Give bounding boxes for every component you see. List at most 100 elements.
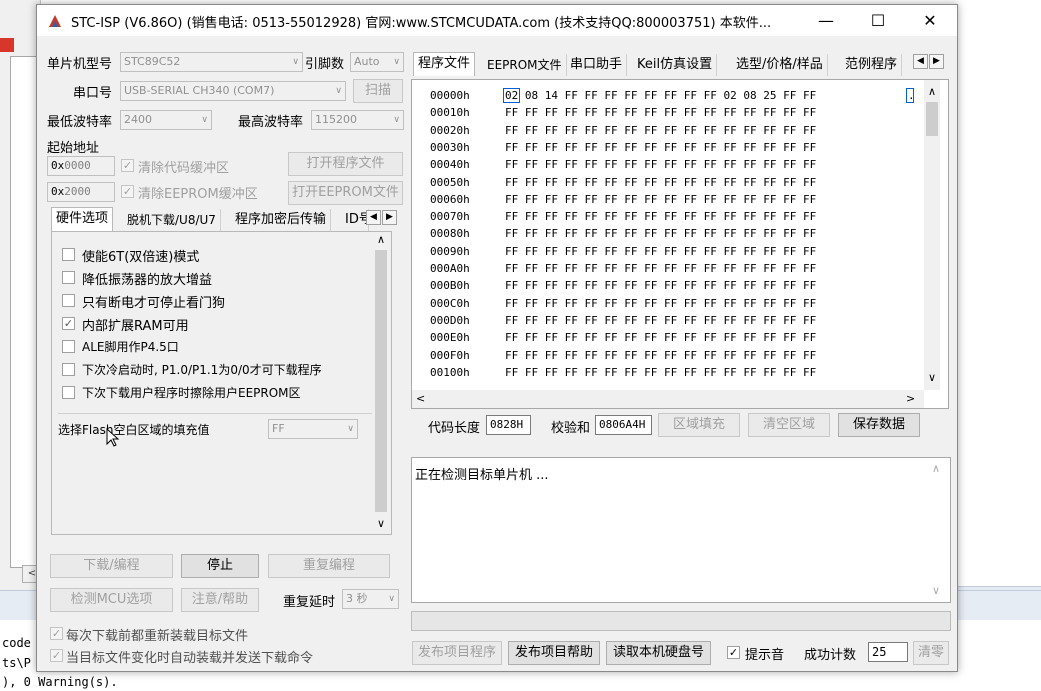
background-toolbar-icon xyxy=(0,38,14,52)
reprogram-button[interactable]: 重复编程 xyxy=(268,554,390,578)
tab-hardware-options[interactable]: 硬件选项 xyxy=(51,207,114,231)
scroll-left-icon[interactable]: < xyxy=(416,390,430,408)
min-baud-select[interactable]: 2400 ∨ xyxy=(120,110,212,130)
success-count-field: 25 xyxy=(868,642,908,662)
status-log[interactable]: 正在检测目标单片机 ... ∧ ∨ xyxy=(411,457,951,603)
detect-mcu-options-button[interactable]: 检测MCU选项 xyxy=(50,588,173,612)
scroll-up-icon[interactable]: ∧ xyxy=(924,84,940,100)
tab-selection-price[interactable]: 选型/价格/样品 xyxy=(732,54,828,76)
tab-program-file[interactable]: 程序文件 xyxy=(413,52,476,76)
scan-button[interactable]: 扫描 xyxy=(353,79,403,103)
clear-count-button[interactable]: 清零 xyxy=(913,641,949,665)
checksum-field: 0806A4H xyxy=(595,415,652,435)
tab-serial-assistant[interactable]: 串口助手 xyxy=(566,54,628,76)
hex-editor[interactable]: 00000h 02 08 14 FF FF FF FF FF FF FF FF 0… xyxy=(411,79,949,409)
publish-program-button[interactable]: 发布项目程序 xyxy=(412,641,502,665)
eeprom-start-address-value: 2000 xyxy=(64,185,91,198)
hex-row-bytes[interactable]: FF FF FF FF FF FF FF FF FF FF FF FF FF F… xyxy=(505,314,816,327)
port-select[interactable]: USB-SERIAL CH340 (COM7) ∨ xyxy=(120,81,346,101)
tab-scroll-left-icon[interactable]: ◀ xyxy=(913,54,928,69)
hex-row-bytes[interactable]: 02 08 14 FF FF FF FF FF FF FF FF 02 08 2… xyxy=(505,89,816,102)
tab-eeprom-file[interactable]: EEPROM文件 xyxy=(483,54,567,76)
clear-region-button[interactable]: 清空区域 xyxy=(748,413,830,437)
option-checkbox-watchdog[interactable] xyxy=(62,294,75,307)
option-checkbox-ale[interactable] xyxy=(62,340,75,353)
fill-region-button[interactable]: 区域填充 xyxy=(658,413,740,437)
tab-encrypted-transfer[interactable]: 程序加密后传输 xyxy=(231,209,332,231)
option-checkbox-6t[interactable] xyxy=(62,248,75,261)
scroll-right-icon[interactable]: > xyxy=(906,390,920,408)
scroll-down-icon[interactable]: ∨ xyxy=(924,370,940,386)
mcu-type-value: STC89C52 xyxy=(124,55,181,68)
hex-row-bytes[interactable]: FF FF FF FF FF FF FF FF FF FF FF FF FF F… xyxy=(505,141,816,154)
clear-eeprom-buffer-checkbox[interactable]: ✓ xyxy=(121,185,134,198)
min-baud-value: 2400 xyxy=(124,113,152,126)
tab-example-programs[interactable]: 范例程序 xyxy=(841,54,903,76)
hex-row-bytes[interactable]: FF FF FF FF FF FF FF FF FF FF FF FF FF F… xyxy=(505,245,816,258)
eeprom-start-address-input[interactable]: 0x2000 xyxy=(47,182,115,202)
hex-row-bytes[interactable]: FF FF FF FF FF FF FF FF FF FF FF FF FF F… xyxy=(505,158,816,171)
tab-offline-download[interactable]: 脱机下载/U8/U7 xyxy=(123,209,221,231)
scroll-down-icon[interactable]: ∨ xyxy=(373,516,389,532)
hex-row-address: 00040h xyxy=(430,158,470,172)
download-program-button[interactable]: 下载/编程 xyxy=(50,554,173,578)
hex-row-bytes[interactable]: FF FF FF FF FF FF FF FF FF FF FF FF FF F… xyxy=(505,331,816,344)
hex-vertical-scrollbar[interactable]: ∧ ∨ xyxy=(924,80,940,390)
tab-keil-simulation[interactable]: Keil仿真设置 xyxy=(633,54,718,76)
hex-row-bytes[interactable]: FF FF FF FF FF FF FF FF FF FF FF FF FF F… xyxy=(505,366,816,379)
maximize-icon[interactable]: ☐ xyxy=(855,5,901,36)
scroll-up-icon[interactable]: ∧ xyxy=(932,462,940,475)
option-checkbox-xram[interactable]: ✓ xyxy=(62,317,75,330)
pin-count-select[interactable]: Auto ∨ xyxy=(350,52,404,72)
code-length-field: 0828H xyxy=(486,415,531,435)
close-icon[interactable]: ✕ xyxy=(907,5,953,36)
hex-row-bytes[interactable]: FF FF FF FF FF FF FF FF FF FF FF FF FF F… xyxy=(505,279,816,292)
hex-horizontal-scrollbar[interactable]: < > xyxy=(412,390,924,408)
save-data-button[interactable]: 保存数据 xyxy=(838,413,920,437)
tab-scroll-left-icon[interactable]: ◀ xyxy=(366,210,381,225)
scroll-down-icon[interactable]: ∨ xyxy=(932,584,940,597)
hex-row-bytes[interactable]: FF FF FF FF FF FF FF FF FF FF FF FF FF F… xyxy=(505,349,816,362)
hex-row-bytes[interactable]: FF FF FF FF FF FF FF FF FF FF FF FF FF F… xyxy=(505,227,816,240)
hex-row-address: 000F0h xyxy=(430,348,470,362)
tab-scroll-right-icon[interactable]: ▶ xyxy=(382,210,397,225)
tab-id[interactable]: ID号 xyxy=(341,209,369,231)
stop-button[interactable]: 停止 xyxy=(181,554,259,578)
help-button[interactable]: 注意/帮助 xyxy=(181,588,259,612)
clear-code-buffer-checkbox[interactable]: ✓ xyxy=(121,159,134,172)
tab-scroll-right-icon[interactable]: ▶ xyxy=(929,54,944,69)
scroll-up-icon[interactable]: ∧ xyxy=(373,232,389,248)
options-list: 使能6T(双倍速)模式 降低振荡器的放大增益 只有断电才可停止看门狗 ✓ 内部扩… xyxy=(58,236,372,406)
open-program-file-button[interactable]: 打开程序文件 xyxy=(288,152,403,176)
options-scrollbar[interactable]: ∧ ∨ xyxy=(373,232,389,534)
fill-value-select[interactable]: FF ∨ xyxy=(268,419,358,439)
mcu-type-select[interactable]: STC89C52 ∨ xyxy=(120,52,303,72)
hex-row-bytes[interactable]: FF FF FF FF FF FF FF FF FF FF FF FF FF F… xyxy=(505,297,816,310)
option-checkbox-cold-start[interactable] xyxy=(62,363,75,376)
hex-row-address: 000A0h xyxy=(430,262,470,275)
auto-reload-checkbox[interactable]: ✓ xyxy=(50,649,63,662)
scroll-thumb[interactable] xyxy=(926,102,938,136)
hex-row-bytes[interactable]: FF FF FF FF FF FF FF FF FF FF FF FF FF F… xyxy=(505,176,816,189)
title-bar[interactable]: STC-ISP (V6.86O) (销售电话: 0513-55012928) 官… xyxy=(37,5,957,36)
hex-row-bytes[interactable]: FF FF FF FF FF FF FF FF FF FF FF FF FF F… xyxy=(505,124,816,137)
hex-row-bytes[interactable]: FF FF FF FF FF FF FF FF FF FF FF FF FF F… xyxy=(505,106,816,119)
build-output-line: ts\P xyxy=(2,656,31,670)
option-checkbox-gain[interactable] xyxy=(62,271,75,284)
scroll-thumb[interactable] xyxy=(375,250,387,512)
beep-checkbox[interactable]: ✓ xyxy=(727,646,740,659)
option-checkbox-erase-eeprom[interactable] xyxy=(62,386,75,399)
max-baud-select[interactable]: 115200 ∨ xyxy=(311,110,404,130)
reload-each-download-checkbox[interactable]: ✓ xyxy=(50,627,63,640)
code-start-address-input[interactable]: 0x0000 xyxy=(47,156,115,176)
hex-row-bytes[interactable]: FF FF FF FF FF FF FF FF FF FF FF FF FF F… xyxy=(505,193,816,206)
read-disk-id-button[interactable]: 读取本机硬盘号 xyxy=(606,641,711,665)
option-label: 使能6T(双倍速)模式 xyxy=(82,250,200,265)
hex-row-bytes[interactable]: FF FF FF FF FF FF FF FF FF FF FF FF FF F… xyxy=(505,210,816,223)
retry-delay-select[interactable]: 3 秒 ∨ xyxy=(342,589,399,609)
minimize-icon[interactable]: — xyxy=(803,5,849,36)
open-eeprom-file-button[interactable]: 打开EEPROM文件 xyxy=(288,181,403,205)
hex-row-bytes[interactable]: FF FF FF FF FF FF FF FF FF FF FF FF FF F… xyxy=(505,262,816,275)
publish-help-button[interactable]: 发布项目帮助 xyxy=(508,641,600,665)
hex-row-address: 00070h xyxy=(430,210,470,224)
